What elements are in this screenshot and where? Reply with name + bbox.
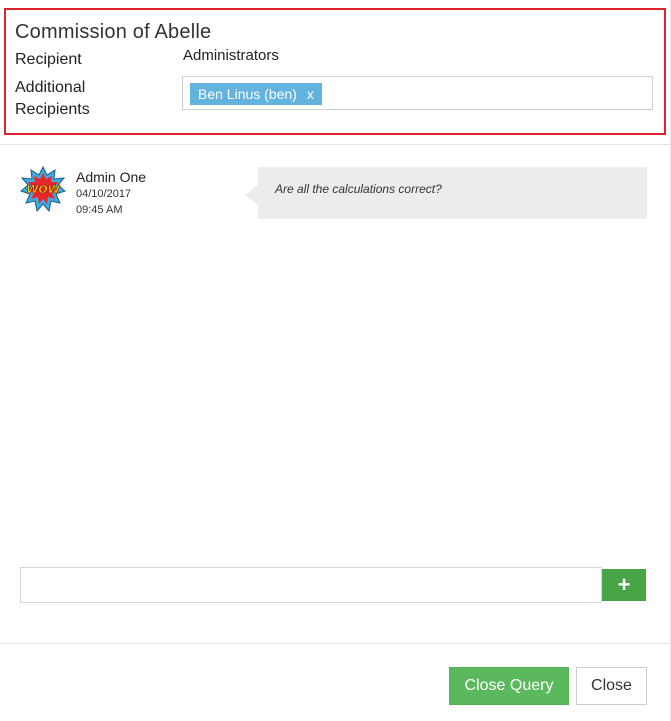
avatar: WOW xyxy=(20,166,66,212)
recipient-value: Administrators xyxy=(183,47,279,64)
avatar-text: WOW xyxy=(26,183,60,196)
recipient-tag: Ben Linus (ben) x xyxy=(190,83,322,105)
tag-remove-icon[interactable]: x xyxy=(307,86,314,102)
divider xyxy=(0,144,671,145)
close-button[interactable]: Close xyxy=(576,667,647,705)
message-item: WOW Admin One 04/10/2017 09:45 AM Are al… xyxy=(20,166,650,226)
message-author: Admin One xyxy=(76,169,147,185)
message-time: 09:45 AM xyxy=(76,204,123,216)
add-message-button[interactable]: + xyxy=(602,569,646,601)
additional-recipients-label: Additional Recipients xyxy=(15,79,90,118)
message-date: 04/10/2017 xyxy=(76,188,132,200)
footer-divider xyxy=(0,643,671,644)
plus-icon: + xyxy=(617,572,631,597)
recipient-tag-label: Ben Linus (ben) xyxy=(198,86,297,102)
query-dialog: Commission of Abelle Recipient Administr… xyxy=(0,0,671,721)
recipient-label: Recipient xyxy=(15,51,82,68)
dialog-title: Commission of Abelle xyxy=(15,21,212,43)
message-bubble: Are all the calculations correct? xyxy=(245,167,647,219)
additional-recipients-input[interactable]: Ben Linus (ben) x xyxy=(182,76,653,110)
close-query-button[interactable]: Close Query xyxy=(449,667,569,705)
recipients-section: Commission of Abelle Recipient Administr… xyxy=(4,8,666,135)
reply-input[interactable] xyxy=(20,567,602,603)
